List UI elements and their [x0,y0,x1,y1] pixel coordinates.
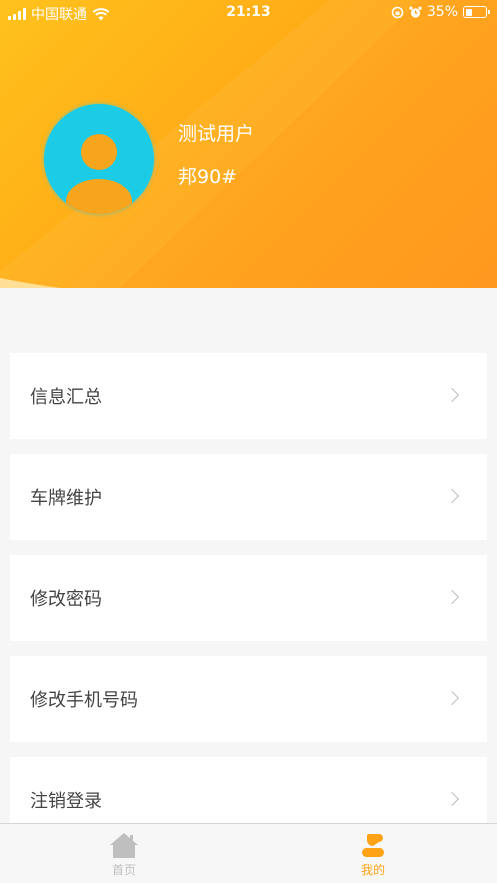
user-icon [362,834,384,857]
user-plate: 邦90# [178,166,238,188]
chevron-right-icon [444,690,460,706]
menu-item-info-summary[interactable]: 信息汇总 [10,353,487,439]
tab-bar: 首页 我的 [0,823,497,883]
battery-percent: 35% [426,4,458,20]
alarm-icon [409,6,422,18]
menu-item-label: 信息汇总 [30,387,102,408]
menu-item-label: 修改密码 [30,589,102,610]
chevron-right-icon [444,488,460,504]
menu-item-label: 车牌维护 [30,488,102,509]
avatar-icon [66,134,132,214]
tab-home-label: 首页 [111,863,136,877]
tab-home[interactable]: 首页 [0,824,248,883]
menu-item-plate-maintenance[interactable]: 车牌维护 [10,454,487,540]
chevron-right-icon [444,387,460,403]
user-name: 测试用户 [178,123,255,145]
profile-header: 中国联通 21:13 35% 测试用户 邦90# [0,0,497,288]
menu-item-change-password[interactable]: 修改密码 [10,555,487,641]
orientation-lock-icon [391,6,404,18]
chevron-right-icon [444,589,460,605]
tab-mine-label: 我的 [360,863,385,877]
avatar[interactable] [44,104,154,214]
battery-icon [463,6,490,18]
tab-mine[interactable]: 我的 [249,824,497,883]
home-icon [110,833,138,858]
menu-item-label: 修改手机号码 [30,690,138,711]
chevron-right-icon [444,791,460,807]
menu-item-change-phone[interactable]: 修改手机号码 [10,656,487,742]
menu-item-label: 注销登录 [30,791,102,812]
status-bar: 中国联通 21:13 35% [0,0,497,26]
